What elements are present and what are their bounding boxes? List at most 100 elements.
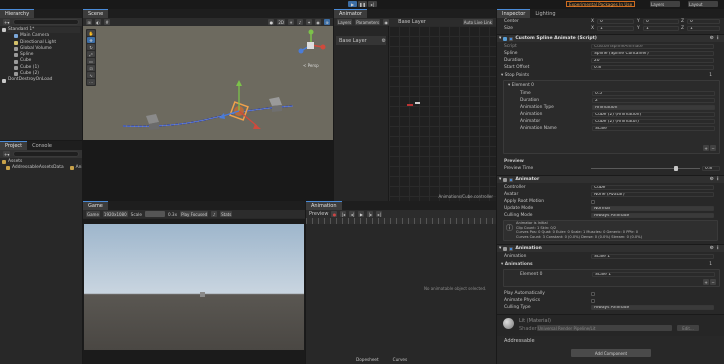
- state-node[interactable]: [415, 102, 420, 104]
- physics-checkbox[interactable]: [591, 298, 595, 303]
- add-button[interactable]: +▾: [3, 19, 11, 25]
- component-menu-icon[interactable]: ⚙ ⋮: [710, 246, 720, 251]
- tab-console[interactable]: Console: [27, 141, 57, 150]
- audio-button[interactable]: ♪: [297, 19, 303, 25]
- animations-count[interactable]: 1: [709, 262, 712, 267]
- pause-button[interactable]: ❚❚: [358, 1, 367, 7]
- preview-time-field[interactable]: 0.8: [702, 165, 720, 172]
- spline-field[interactable]: Spline (Spline Container): [591, 50, 714, 57]
- hierarchy-search-input[interactable]: [13, 19, 79, 25]
- timeline-ruler[interactable]: [306, 218, 496, 224]
- center-z-field[interactable]: 0: [687, 18, 720, 25]
- camera-button[interactable]: ◉: [315, 19, 321, 25]
- next-key-icon[interactable]: |▸: [367, 211, 374, 217]
- anim-name-field[interactable]: Scale: [592, 125, 715, 132]
- animation-field[interactable]: Scale 1: [591, 253, 714, 260]
- last-key-icon[interactable]: ▸|: [376, 211, 383, 217]
- tool-handle-button[interactable]: ⊞: [86, 19, 92, 25]
- tab-layers[interactable]: Layers: [337, 19, 353, 25]
- play-button[interactable]: ▶: [348, 1, 357, 7]
- stop-points-count[interactable]: 1: [709, 73, 712, 78]
- culling-type-dropdown[interactable]: Always Animate: [591, 304, 714, 311]
- add-element-button[interactable]: +: [703, 279, 709, 285]
- duration-field[interactable]: 20: [591, 57, 714, 64]
- 2d-button[interactable]: 2D: [277, 19, 285, 25]
- tab-lighting[interactable]: Lighting: [530, 9, 560, 18]
- layers-dropdown[interactable]: Layers: [650, 1, 680, 7]
- resolution-dropdown[interactable]: 1920x1080: [102, 211, 128, 217]
- anim-element-field[interactable]: Scale 1: [592, 271, 715, 278]
- element-row[interactable]: ▾ Element 0: [504, 82, 719, 89]
- controller-field[interactable]: Cube: [591, 184, 714, 191]
- anim-play-icon[interactable]: ▶: [358, 211, 365, 217]
- animator-header[interactable]: ▾ Animator ⚙ ⋮: [497, 175, 724, 183]
- game-viewport[interactable]: [83, 219, 305, 364]
- first-key-icon[interactable]: |◂: [340, 211, 347, 217]
- play-auto-checkbox[interactable]: [591, 291, 595, 296]
- remove-element-button[interactable]: −: [710, 145, 716, 151]
- size-y-field[interactable]: 1: [643, 25, 679, 32]
- gear-icon[interactable]: ⚙: [382, 38, 386, 44]
- add-asset-button[interactable]: +▾: [3, 151, 11, 157]
- component-enabled-checkbox[interactable]: [509, 36, 514, 41]
- add-element-button[interactable]: +: [703, 145, 709, 151]
- tab-hierarchy[interactable]: Hierarchy: [0, 9, 35, 18]
- tab-parameters[interactable]: Parameters: [355, 19, 381, 25]
- update-mode-dropdown[interactable]: Normal: [591, 205, 714, 212]
- center-y-field[interactable]: 0: [643, 18, 679, 25]
- animation-enabled-checkbox[interactable]: [509, 246, 514, 251]
- project-item[interactable]: AddressableAssetsData: [2, 165, 64, 171]
- custom-spline-header[interactable]: ▾ Custom Spline Animate (Script) ⚙ ⋮: [497, 34, 724, 42]
- anim-field[interactable]: Cube (2) (Animation): [592, 111, 715, 118]
- component-menu-icon[interactable]: ⚙ ⋮: [710, 36, 720, 41]
- component-menu-icon[interactable]: ⚙ ⋮: [710, 177, 720, 182]
- tab-dopesheet[interactable]: Dopesheet: [356, 357, 379, 362]
- display-dropdown[interactable]: Game: [86, 211, 100, 217]
- add-component-button[interactable]: Add Component: [571, 349, 651, 357]
- project-search-input[interactable]: [13, 151, 79, 157]
- tab-inspector[interactable]: Inspector: [497, 9, 531, 18]
- time-field[interactable]: 0.5: [592, 90, 715, 97]
- shading-button[interactable]: ●: [268, 19, 275, 25]
- size-x-field[interactable]: 1: [597, 25, 634, 32]
- fx-button[interactable]: ✦: [306, 19, 312, 25]
- culling-mode-dropdown[interactable]: Always Animate: [591, 212, 714, 219]
- project-item[interactable]: Animations: [66, 165, 82, 171]
- record-icon[interactable]: ●: [331, 211, 338, 217]
- animator-graph[interactable]: Animations/Cube.controller: [389, 26, 496, 201]
- start-offset-field[interactable]: 0.8: [591, 64, 714, 71]
- center-x-field[interactable]: 0: [597, 18, 634, 25]
- packages-badge[interactable]: Experimental Packages In Use: [566, 1, 636, 7]
- shader-dropdown[interactable]: Universal Render Pipeline/Lit: [537, 325, 672, 331]
- animator-field[interactable]: Cube (2) (Animator): [592, 118, 715, 125]
- pivot-button[interactable]: ◐: [95, 19, 101, 25]
- tab-scene[interactable]: Scene: [83, 9, 109, 18]
- prev-key-icon[interactable]: ◂|: [349, 211, 356, 217]
- grid-button[interactable]: #: [104, 19, 110, 25]
- avatar-field[interactable]: None (Avatar): [591, 191, 714, 198]
- tab-animator[interactable]: Animator: [334, 9, 367, 18]
- root-motion-checkbox[interactable]: [591, 199, 595, 204]
- preview-time-slider[interactable]: [591, 168, 700, 169]
- light-button[interactable]: ☀: [288, 19, 294, 25]
- stats-button[interactable]: Stats: [220, 211, 233, 217]
- edit-shader-button[interactable]: Edit...: [677, 325, 699, 331]
- remove-element-button[interactable]: −: [710, 279, 716, 285]
- stop-points-row[interactable]: ▾ Stop Points 1: [497, 72, 724, 79]
- hierarchy-item[interactable]: DontDestroyOnLoad: [2, 77, 80, 83]
- animations-row[interactable]: ▾ Animations 1: [497, 261, 724, 268]
- scene-view[interactable]: [83, 26, 333, 140]
- step-button[interactable]: ▸|: [368, 1, 377, 7]
- anim-type-dropdown[interactable]: Animation: [592, 104, 715, 111]
- mute-icon[interactable]: ♪: [211, 211, 218, 217]
- size-z-field[interactable]: 1: [687, 25, 720, 32]
- slider-handle[interactable]: [674, 166, 678, 171]
- tab-project[interactable]: Project: [0, 141, 28, 150]
- tab-curves[interactable]: Curves: [393, 357, 408, 362]
- auto-live-link-button[interactable]: Auto Live Link: [462, 19, 493, 25]
- animation-header[interactable]: ▾ Animation ⚙ ⋮: [497, 244, 724, 252]
- layout-dropdown[interactable]: Layout: [688, 1, 718, 7]
- gizmos-button[interactable]: ⊕: [324, 19, 330, 25]
- scale-slider[interactable]: [144, 211, 165, 217]
- state-node[interactable]: [407, 104, 413, 106]
